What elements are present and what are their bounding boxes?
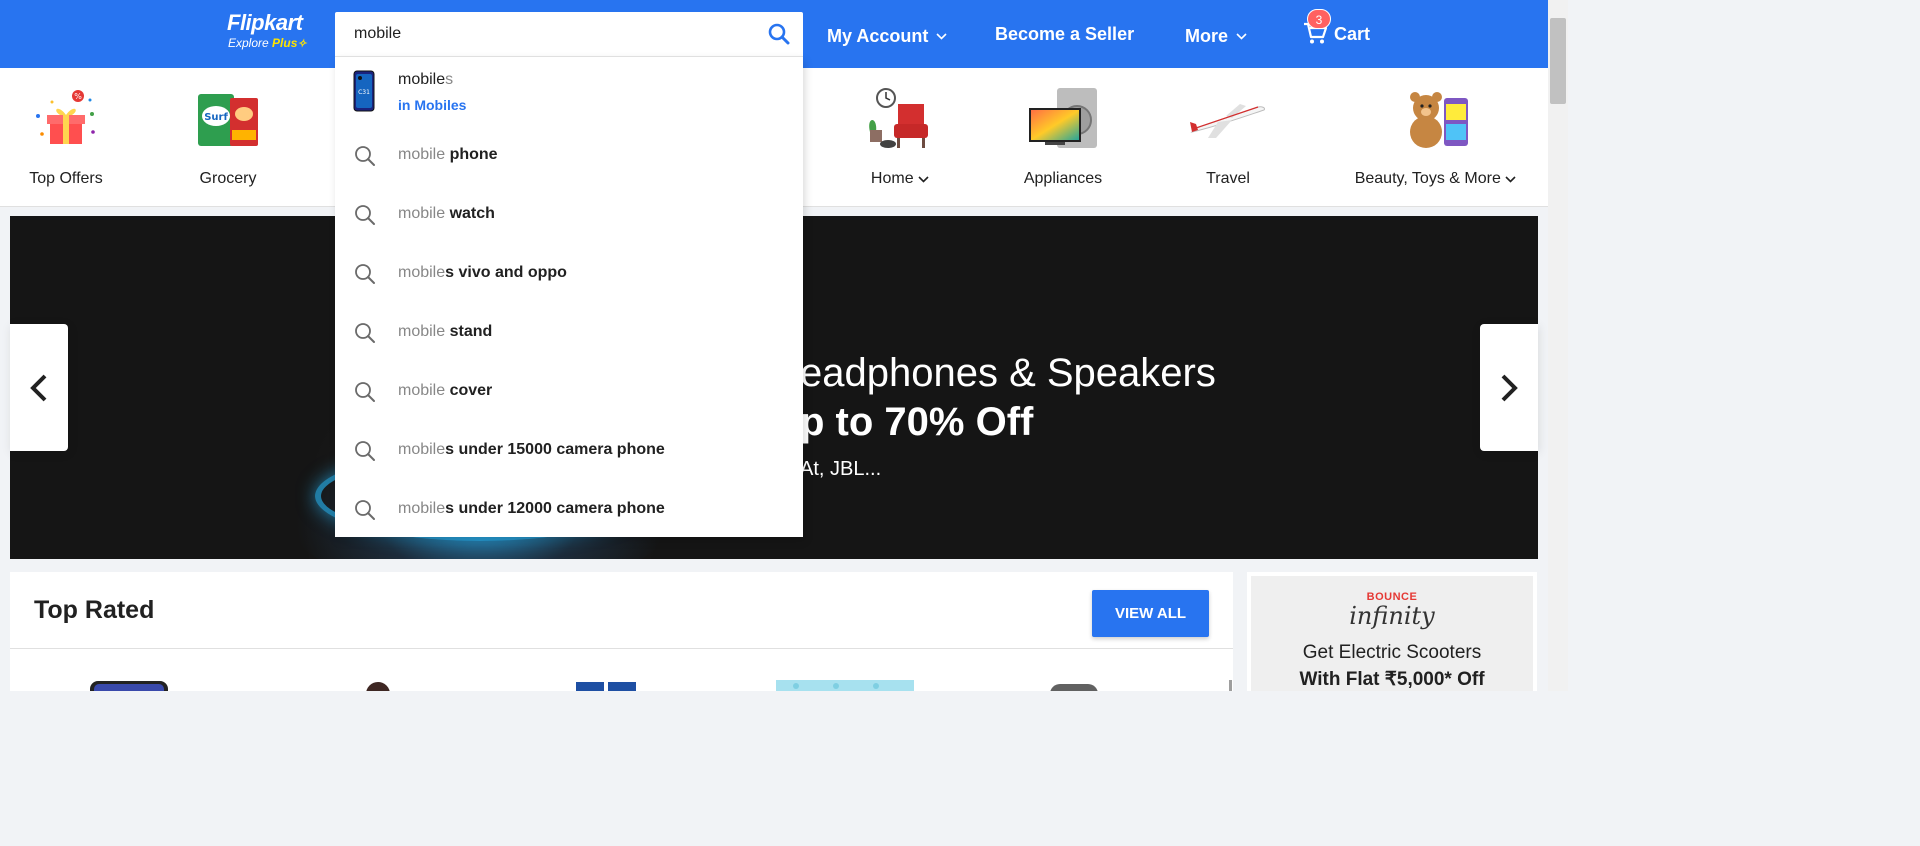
suggestion-item[interactable]: mobile cover	[335, 363, 803, 422]
suggestion-text: mobile cover	[398, 382, 493, 399]
svg-text:C31: C31	[358, 89, 370, 96]
suggestion-text: mobile phone	[398, 146, 498, 163]
suggestion-item[interactable]: mobiles under 15000 camera phone	[335, 422, 803, 481]
svg-text:Surf: Surf	[204, 112, 228, 123]
chevron-down-icon	[1505, 170, 1516, 187]
search-icon	[355, 500, 375, 520]
chevron-left-icon	[30, 374, 47, 401]
product-card[interactable]	[572, 678, 642, 691]
airplane-icon	[1188, 86, 1268, 163]
ad-line-2: With Flat ₹5,000* Off	[1299, 669, 1485, 690]
category-label: Beauty, Toys & More	[1348, 170, 1523, 188]
suggestion-item[interactable]: mobile stand	[335, 304, 803, 363]
category-travel[interactable]: Travel	[1178, 68, 1278, 207]
suggestion-text: mobiles under 15000 camera phone	[398, 441, 665, 458]
suggestion-item[interactable]: mobiles vivo and oppo	[335, 245, 803, 304]
section-divider	[10, 648, 1233, 649]
ad-logo: infinity	[1349, 602, 1435, 630]
plus-icon: ✧	[297, 38, 307, 50]
carousel-scroll-indicator	[1229, 680, 1232, 691]
home-furniture-icon	[864, 86, 936, 163]
product-card[interactable]	[86, 678, 172, 691]
category-beauty-toys[interactable]: Beauty, Toys & More	[1348, 68, 1523, 207]
suggestion-category: in Mobiles	[398, 97, 467, 113]
category-grocery[interactable]: Surf Grocery	[178, 68, 278, 207]
product-card[interactable]	[1044, 678, 1104, 691]
cart-link[interactable]: Cart	[1334, 22, 1370, 46]
search-icon	[355, 264, 375, 284]
cart-count-badge: 3	[1307, 9, 1331, 29]
ad-banner: BOUNCE infinity Get Electric Scooters Wi…	[1251, 576, 1533, 691]
chevron-down-icon	[918, 170, 929, 187]
chevron-down-icon	[936, 22, 947, 46]
chevron-down-icon	[1236, 22, 1247, 46]
ad-line-1: Get Electric Scooters	[1302, 642, 1482, 663]
suggestion-text: mobile stand	[398, 323, 493, 340]
chevron-right-icon	[1501, 374, 1518, 401]
search-icon	[768, 23, 790, 45]
search-bar	[335, 12, 803, 56]
banner-headline: eadphones & Speakers	[800, 351, 1216, 395]
suggestion-text: mobile watch	[398, 205, 495, 222]
suggestion-item[interactable]: mobile phone	[335, 127, 803, 186]
logo-tagline: Explore Plus✧	[228, 36, 307, 50]
category-top-offers[interactable]: % Top Offers	[16, 68, 116, 207]
category-home[interactable]: Home	[850, 68, 950, 207]
gift-icon: %	[30, 86, 102, 163]
category-label: Grocery	[199, 170, 257, 187]
banner-brands: At, JBL...	[800, 458, 882, 480]
category-label: Top Offers	[29, 170, 103, 187]
suggestion-text: mobiles	[398, 71, 454, 88]
search-button[interactable]	[755, 12, 803, 56]
view-all-button[interactable]: VIEW ALL	[1092, 590, 1209, 637]
phone-thumbnail-icon: C31	[353, 70, 375, 112]
suggestion-item[interactable]: C31 mobiles in Mobiles	[335, 57, 803, 123]
suggestion-text: mobiles under 12000 camera phone	[398, 500, 665, 517]
section-title: Top Rated	[34, 596, 155, 624]
search-input[interactable]	[335, 12, 755, 56]
category-label: Appliances	[1023, 170, 1103, 187]
search-icon	[355, 146, 375, 166]
search-icon	[355, 382, 375, 402]
carousel-next-button[interactable]	[1480, 324, 1538, 451]
teddy-bear-icon	[1400, 86, 1472, 163]
search-suggestions: C31 mobiles in Mobiles mobile phone mobi…	[335, 56, 803, 537]
more-menu[interactable]: More	[1185, 22, 1247, 46]
category-label: Travel	[1206, 170, 1250, 187]
my-account-menu[interactable]: My Account	[827, 22, 947, 46]
flipkart-logo[interactable]: Flipkart Explore Plus✧	[227, 10, 307, 51]
category-label: Home	[850, 170, 950, 188]
product-card[interactable]	[358, 678, 398, 691]
svg-text:%: %	[74, 92, 82, 101]
suggestion-item[interactable]: mobiles under 12000 camera phone	[335, 481, 803, 540]
banner-offer: p to 70% Off	[800, 400, 1034, 444]
scrollbar-thumb[interactable]	[1550, 18, 1566, 104]
grocery-icon: Surf	[192, 86, 264, 163]
search-icon	[355, 441, 375, 461]
suggestion-text: mobiles vivo and oppo	[398, 264, 567, 281]
product-card[interactable]	[776, 678, 914, 691]
search-icon	[355, 323, 375, 343]
appliances-icon	[1027, 86, 1099, 163]
category-appliances[interactable]: Appliances	[1013, 68, 1113, 207]
carousel-prev-button[interactable]	[10, 324, 68, 451]
top-rated-section: Top Rated VIEW ALL	[10, 572, 1233, 691]
advertisement-card[interactable]: BOUNCE infinity Get Electric Scooters Wi…	[1247, 572, 1537, 691]
suggestion-item[interactable]: mobile watch	[335, 186, 803, 245]
become-seller-link[interactable]: Become a Seller	[995, 22, 1134, 46]
logo-brand: Flipkart	[227, 10, 303, 35]
search-icon	[355, 205, 375, 225]
